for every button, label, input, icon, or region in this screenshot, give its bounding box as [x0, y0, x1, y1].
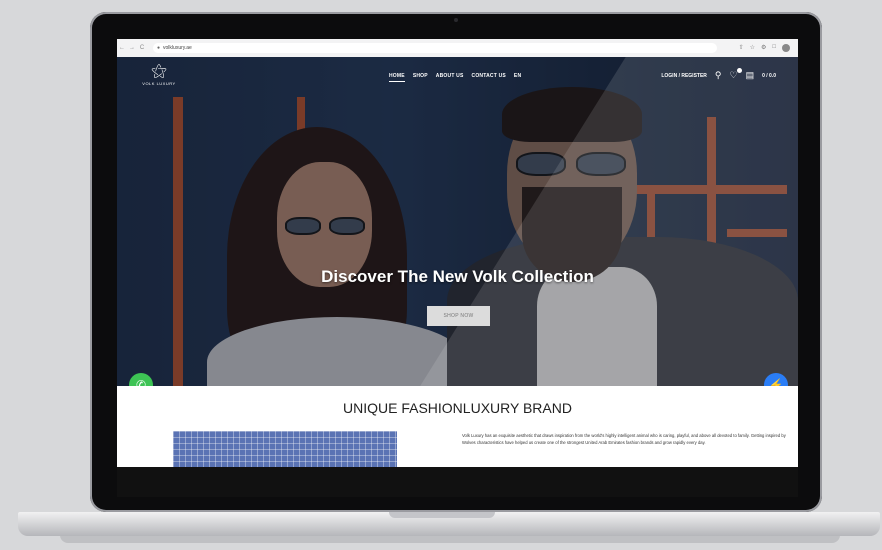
language-selector[interactable]: EN — [514, 73, 521, 82]
logo-text: VOLK LUXURY — [142, 81, 176, 86]
laptop-chin — [117, 467, 798, 497]
sidebar-icon[interactable]: □ — [772, 44, 776, 52]
back-button[interactable]: ← — [117, 45, 127, 51]
browser-toolbar-icons: ⇧ ☆ ⚙ □ — [739, 44, 798, 52]
share-icon[interactable]: ⇧ — [739, 44, 744, 52]
shop-now-button[interactable]: SHOP NOW — [427, 306, 490, 326]
header-actions: LOGIN / REGISTER ⚲ ♡ ▤ 0 / 0.0 — [661, 68, 776, 80]
brand-image — [173, 431, 397, 467]
hero-banner: ⚝ VOLK LUXURY HOME SHOP ABOUT US CONTACT… — [117, 57, 798, 386]
laptop-shadow — [60, 535, 840, 543]
section-title: UNIQUE FASHIONLUXURY BRAND — [343, 400, 572, 416]
main-nav: HOME SHOP ABOUT US CONTACT US EN — [389, 73, 521, 82]
hero-title: Discover The New Volk Collection — [321, 267, 594, 286]
nav-home[interactable]: HOME — [389, 73, 405, 82]
about-text: Volk Luxury has an exquisite aesthetic t… — [462, 433, 786, 445]
site-header: ⚝ VOLK LUXURY HOME SHOP ABOUT US CONTACT… — [117, 57, 798, 97]
profile-avatar[interactable] — [782, 44, 790, 52]
camera — [454, 18, 458, 22]
forward-button[interactable]: → — [127, 45, 137, 51]
star-icon[interactable]: ☆ — [750, 44, 755, 52]
site-logo[interactable]: ⚝ VOLK LUXURY — [139, 63, 179, 86]
wolf-logo-icon: ⚝ — [151, 63, 167, 80]
browser-bar: ← → C ● volkluxury.ae ⇧ ☆ ⚙ □ — [117, 39, 798, 58]
reload-button[interactable]: C — [137, 45, 147, 51]
nav-shop[interactable]: SHOP — [413, 73, 428, 82]
cart-icon[interactable]: ▤ — [746, 71, 755, 80]
login-register-link[interactable]: LOGIN / REGISTER — [661, 73, 707, 79]
extensions-icon[interactable]: ⚙ — [761, 44, 766, 52]
nav-contact[interactable]: CONTACT US — [472, 73, 506, 82]
search-icon[interactable]: ⚲ — [715, 71, 722, 80]
wishlist-badge — [736, 68, 742, 73]
lock-icon: ● — [157, 45, 161, 51]
url-text: volkluxury.ae — [163, 45, 192, 51]
screen: ← → C ● volkluxury.ae ⇧ ☆ ⚙ □ ⚝ VOLK LUX… — [117, 39, 798, 467]
nav-about[interactable]: ABOUT US — [436, 73, 464, 82]
address-bar[interactable]: ● volkluxury.ae — [153, 43, 717, 53]
cart-total[interactable]: 0 / 0.0 — [762, 73, 776, 79]
heart-icon[interactable]: ♡ — [730, 68, 742, 80]
laptop-notch — [389, 512, 495, 518]
